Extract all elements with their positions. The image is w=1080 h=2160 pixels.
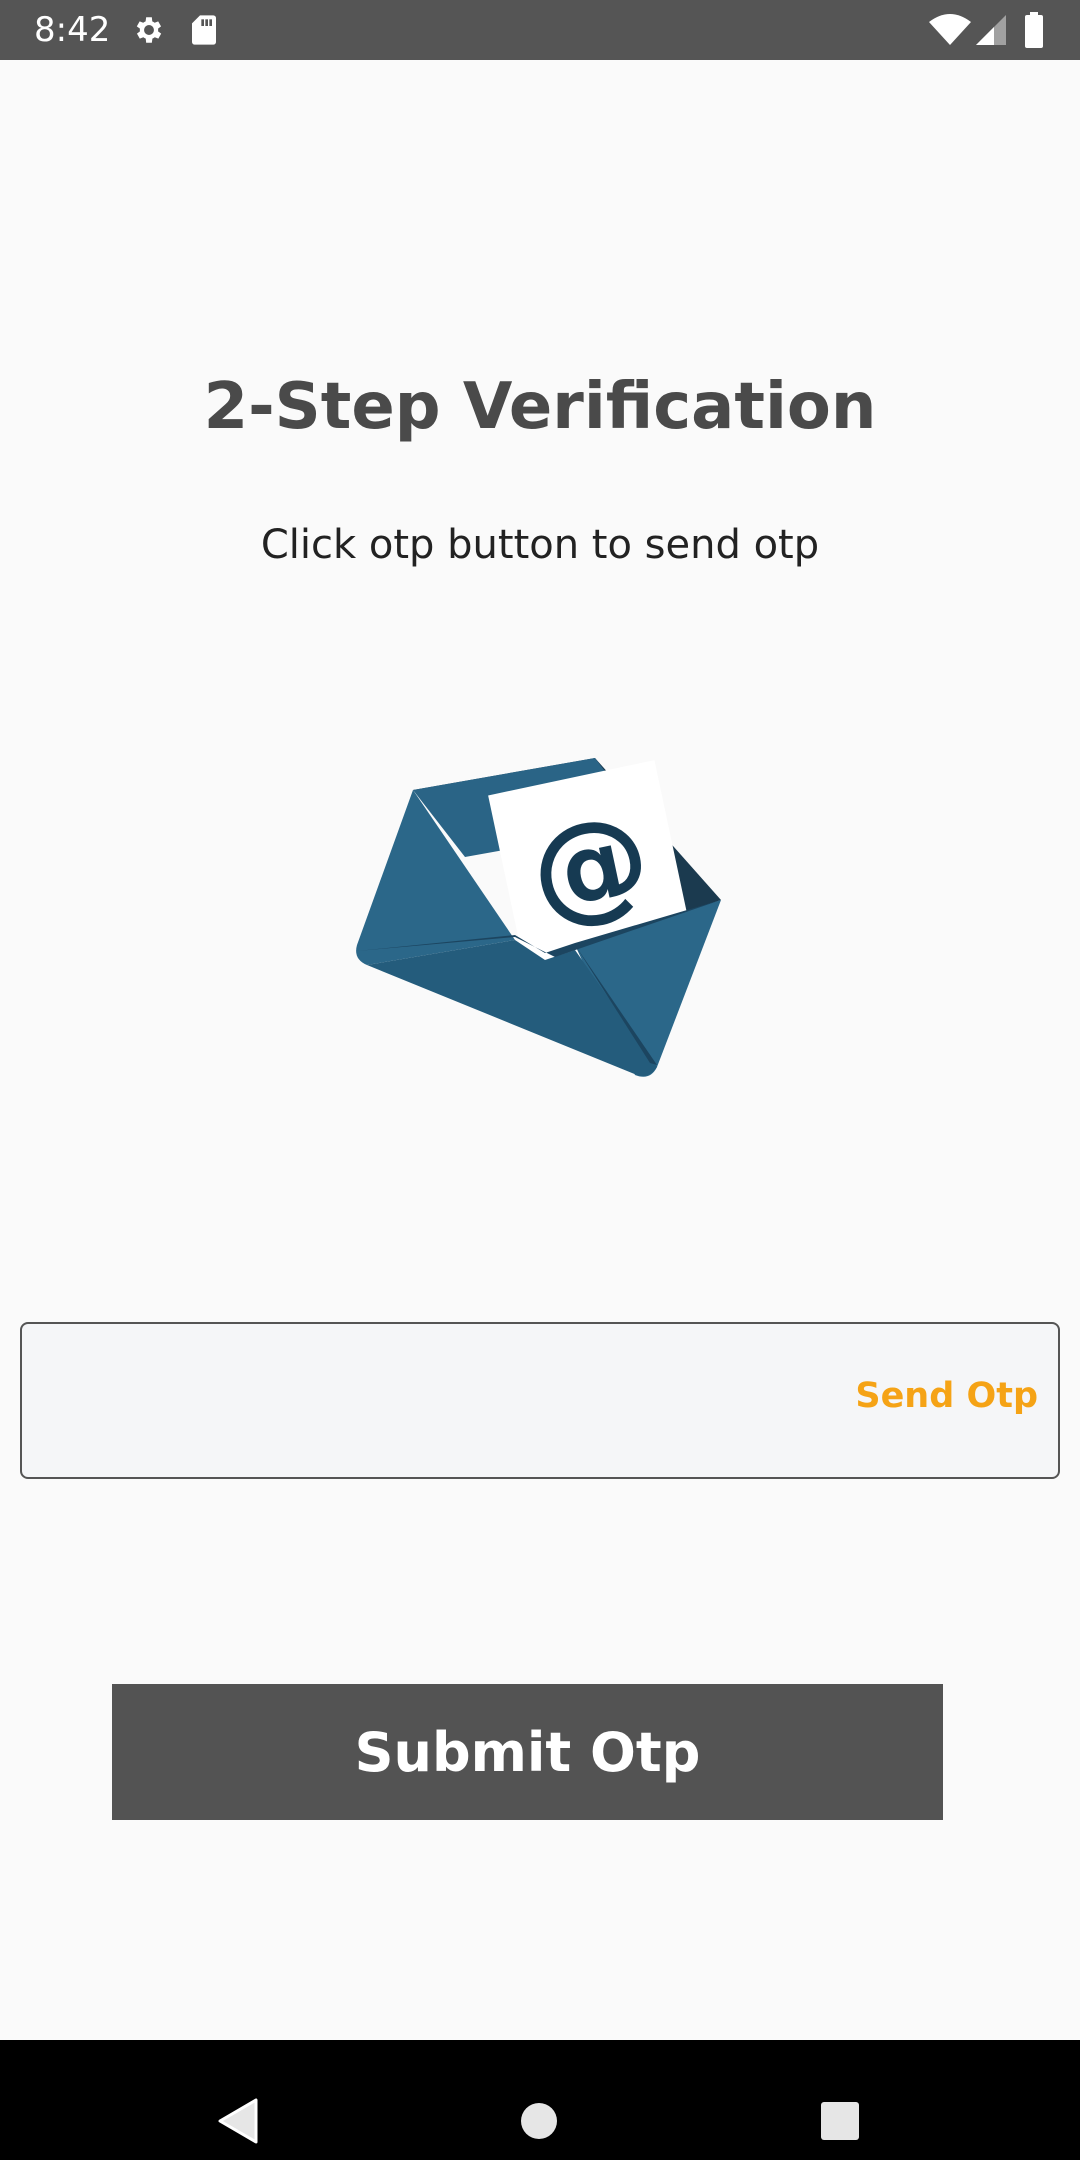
email-envelope-icon: @ [356, 758, 721, 1077]
signal-icon [976, 15, 1006, 45]
page-subtitle: Click otp button to send otp [260, 522, 820, 568]
back-icon[interactable] [216, 2098, 258, 2144]
otp-input[interactable] [38, 1344, 858, 1459]
submit-otp-button[interactable]: Submit Otp [112, 1684, 943, 1820]
send-otp-button[interactable]: Send Otp [855, 1376, 1038, 1416]
navigation-bar [0, 2040, 1080, 2160]
status-time: 8:42 [34, 10, 111, 50]
home-icon[interactable] [520, 2102, 558, 2140]
sd-card-icon [192, 15, 216, 45]
status-bar: 8:42 [0, 0, 1080, 60]
page-title: 2-Step Verification [203, 370, 877, 444]
otp-field: Send Otp [20, 1322, 1060, 1479]
recents-icon[interactable] [820, 2101, 860, 2141]
battery-icon [1025, 12, 1043, 48]
gear-icon [136, 17, 162, 43]
wifi-icon [929, 14, 971, 45]
